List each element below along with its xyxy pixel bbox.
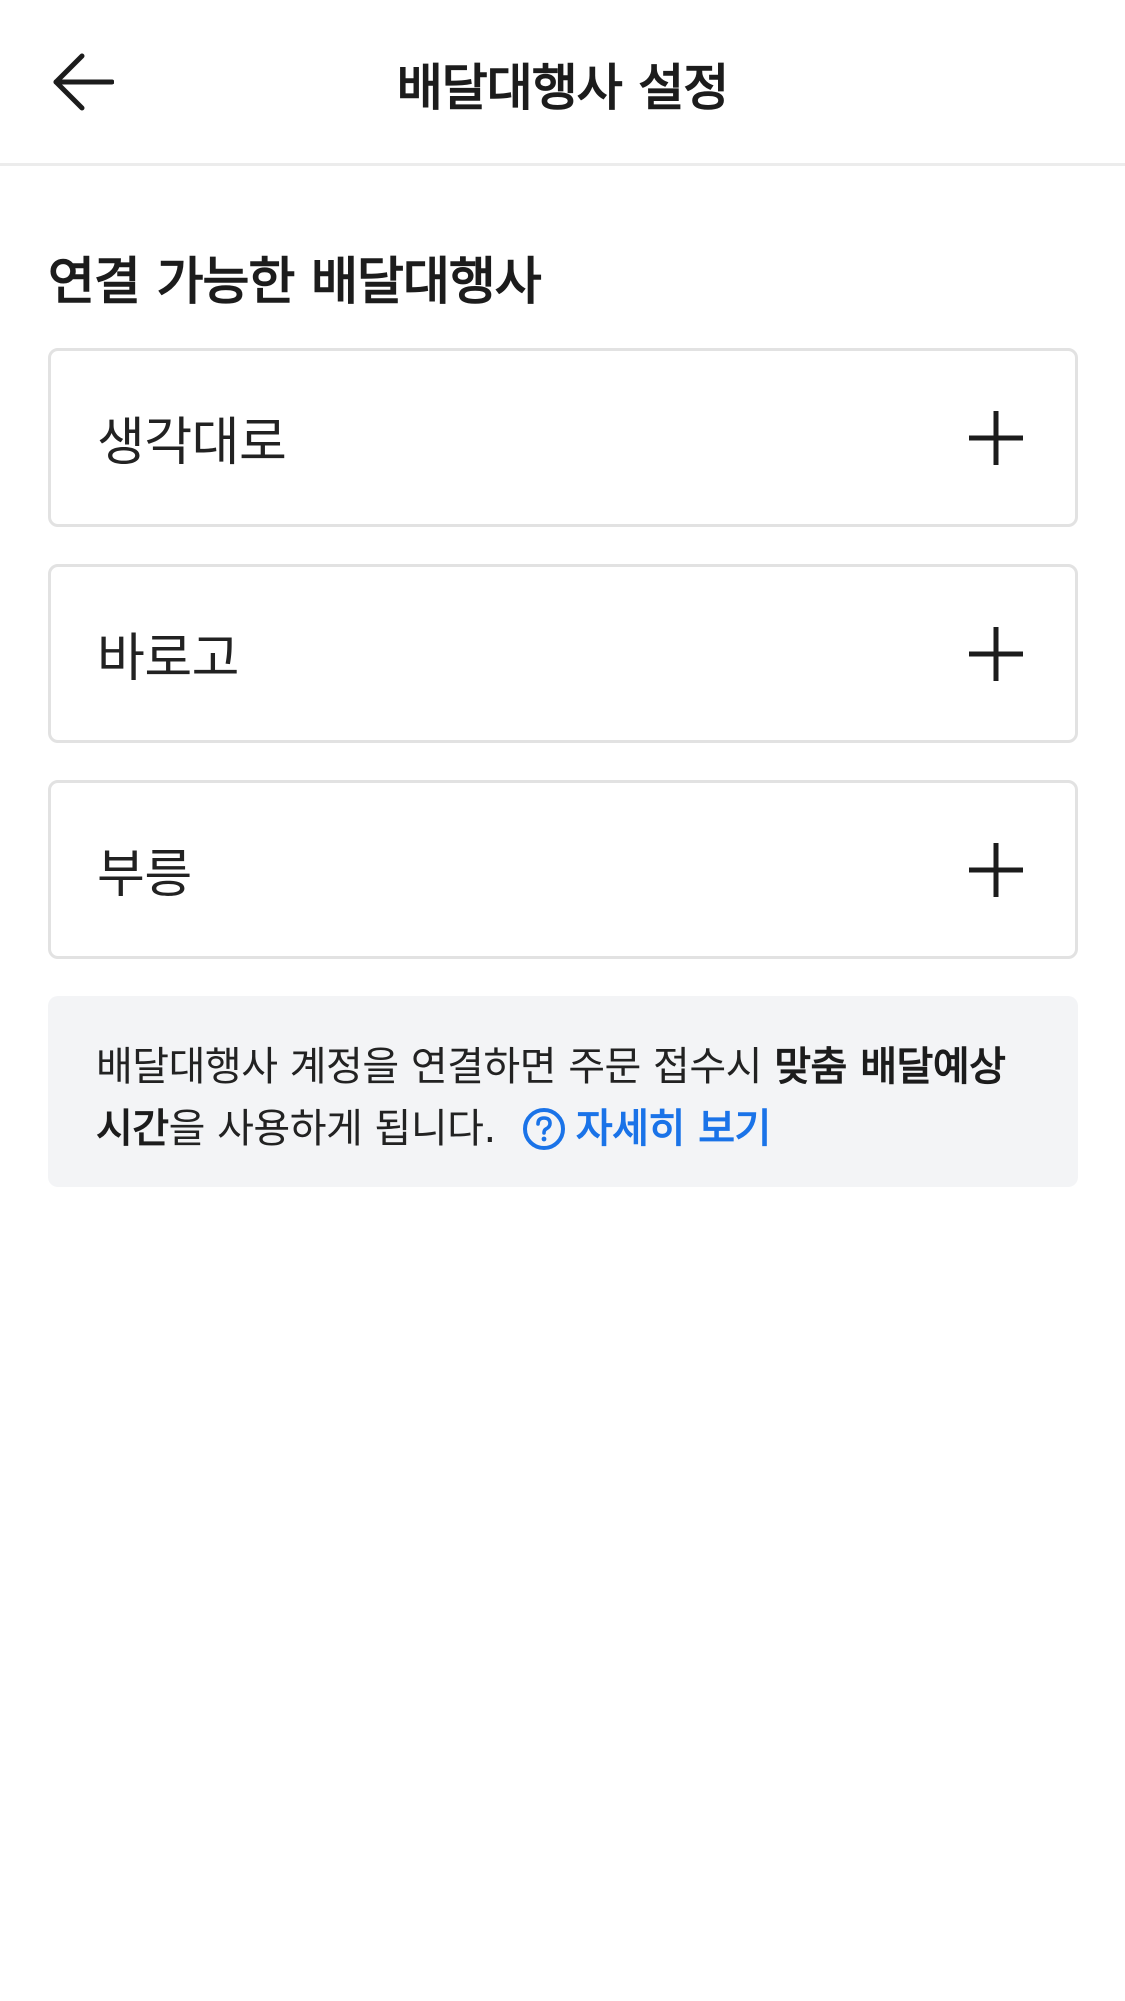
info-box: 배달대행사 계정을 연결하면 주문 접수시 맞춤 배달예상 시간을 사용하게 됩… bbox=[48, 996, 1078, 1187]
info-text-part2: 을 사용하게 됩니다. bbox=[168, 1106, 497, 1152]
section-title: 연결 가능한 배달대행사 bbox=[48, 253, 542, 312]
agency-name: 부릉 bbox=[97, 845, 192, 905]
page-title: 배달대행사 설정 bbox=[396, 59, 729, 117]
plus-icon[interactable] bbox=[967, 841, 1025, 899]
agency-item-saenggakdaero[interactable]: 생각대로 bbox=[48, 348, 1078, 527]
agency-item-vroong[interactable]: 부릉 bbox=[48, 780, 1078, 959]
plus-icon[interactable] bbox=[967, 409, 1025, 467]
agency-name: 바로고 bbox=[97, 629, 240, 689]
question-circle-icon bbox=[522, 1107, 566, 1151]
app-header: 배달대행사 설정 bbox=[0, 0, 1125, 166]
more-info-link[interactable]: 자세히 보기 bbox=[522, 1098, 771, 1160]
plus-icon[interactable] bbox=[967, 625, 1025, 683]
agency-item-barogo[interactable]: 바로고 bbox=[48, 564, 1078, 743]
info-text-part1: 배달대행사 계정을 연결하면 주문 접수시 bbox=[96, 1044, 775, 1090]
agency-name: 생각대로 bbox=[97, 413, 287, 473]
agency-list: 생각대로 바로고 부릉 bbox=[48, 348, 1078, 996]
more-info-label: 자세히 보기 bbox=[575, 1106, 771, 1152]
